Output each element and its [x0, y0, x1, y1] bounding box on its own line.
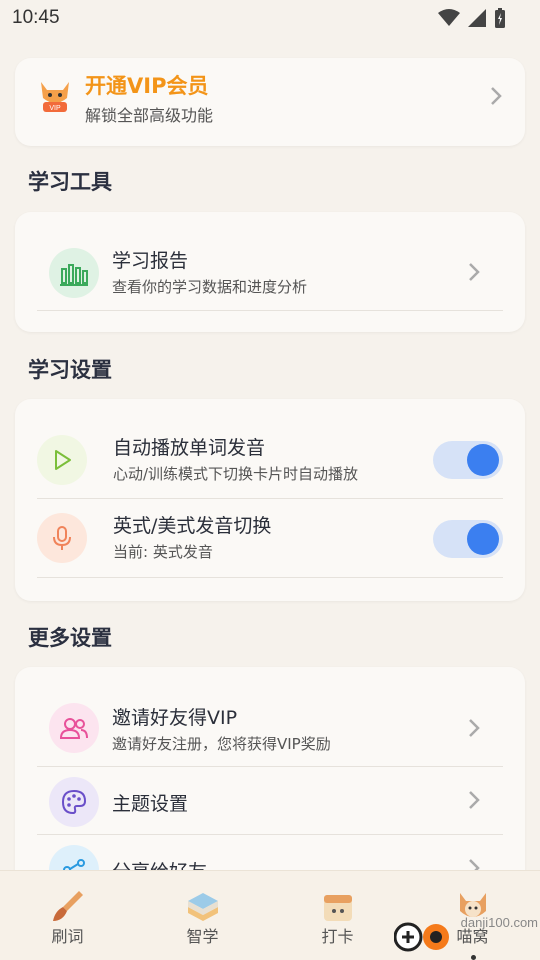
- status-bar: 10:45: [0, 0, 540, 36]
- books-icon: [187, 893, 218, 921]
- cat-vip-icon: VIP: [41, 82, 69, 112]
- chevron-right-icon: [469, 719, 480, 737]
- nav-item-checkin[interactable]: 打卡: [270, 871, 405, 960]
- row-subtitle: 心动/训练模式下切换卡片时自动播放: [113, 465, 359, 483]
- row-invite[interactable]: 邀请好友得VIP 邀请好友注册，您将获得VIP奖励: [37, 689, 503, 765]
- vip-title: 开通VIP会员: [85, 74, 209, 98]
- section-title-settings: 学习设置: [28, 358, 112, 382]
- settings-card: 自动播放单词发音 心动/训练模式下切换卡片时自动播放 英式/美式发音切换 当前:…: [15, 399, 525, 601]
- toggle-knob: [467, 523, 499, 555]
- chevron-right-icon: [469, 791, 480, 809]
- row-theme[interactable]: 主题设置: [37, 767, 503, 833]
- vip-card[interactable]: VIP 开通VIP会员 解锁全部高级功能: [15, 58, 525, 146]
- play-icon: [37, 435, 87, 485]
- row-subtitle: 查看你的学习数据和进度分析: [112, 278, 308, 296]
- row-study-report[interactable]: 学习报告 查看你的学习数据和进度分析: [37, 234, 503, 308]
- microphone-icon: [37, 513, 87, 563]
- active-indicator: [470, 955, 476, 960]
- chart-icon: [49, 248, 99, 298]
- row-share[interactable]: 分享给好友: [37, 835, 503, 870]
- divider: [37, 577, 503, 578]
- accent-toggle[interactable]: [433, 520, 503, 558]
- nav-label: 刷词: [51, 927, 84, 946]
- chevron-right-icon: [491, 87, 502, 105]
- status-icons: [438, 8, 506, 28]
- tools-card: 学习报告 查看你的学习数据和进度分析: [15, 212, 525, 332]
- row-accent[interactable]: 英式/美式发音切换 当前: 英式发音: [37, 499, 503, 577]
- nav-label: 打卡: [321, 927, 354, 946]
- section-title-more: 更多设置: [28, 626, 112, 650]
- row-subtitle: 当前: 英式发音: [113, 543, 213, 561]
- vip-subtitle: 解锁全部高级功能: [85, 106, 214, 125]
- row-title: 自动播放单词发音: [113, 437, 266, 459]
- chevron-right-icon: [469, 263, 480, 281]
- row-title: 邀请好友得VIP: [112, 707, 238, 729]
- wifi-icon: [438, 9, 460, 26]
- more-card: 邀请好友得VIP 邀请好友注册，您将获得VIP奖励 主题设置 分享给好友: [15, 667, 525, 870]
- signal-icon: [468, 9, 486, 27]
- calendar-cat-icon: [323, 895, 352, 921]
- divider: [37, 310, 503, 311]
- brush-icon: [52, 891, 83, 921]
- bottom-nav: 刷词 智学 打卡 喵窝 danji100.com: [0, 870, 540, 960]
- toggle-knob: [467, 444, 499, 476]
- watermark-text: danji100.com: [460, 915, 538, 930]
- row-autoplay[interactable]: 自动播放单词发音 心动/训练模式下切换卡片时自动播放: [37, 421, 503, 497]
- status-time: 10:45: [12, 7, 60, 28]
- chevron-right-icon: [469, 859, 480, 870]
- row-title: 学习报告: [112, 250, 189, 272]
- row-title: 主题设置: [112, 793, 189, 815]
- row-title: 英式/美式发音切换: [113, 515, 272, 537]
- settings-scroll[interactable]: VIP 开通VIP会员 解锁全部高级功能 学习工具 学习报告 查看你的学习数据和…: [0, 36, 540, 870]
- autoplay-toggle[interactable]: [433, 441, 503, 479]
- battery-icon: [495, 8, 505, 28]
- vip-badge-text: VIP: [49, 105, 61, 112]
- section-title-tools: 学习工具: [28, 170, 112, 194]
- palette-icon: [49, 777, 99, 827]
- nav-label: 智学: [186, 927, 219, 946]
- row-title: 分享给好友: [112, 857, 207, 870]
- row-subtitle: 邀请好友注册，您将获得VIP奖励: [112, 735, 331, 753]
- watermark-logo-icon: [394, 922, 449, 952]
- users-icon: [49, 703, 99, 753]
- share-icon: [49, 845, 99, 870]
- nav-item-words[interactable]: 刷词: [0, 871, 135, 960]
- nav-item-smart-study[interactable]: 智学: [135, 871, 270, 960]
